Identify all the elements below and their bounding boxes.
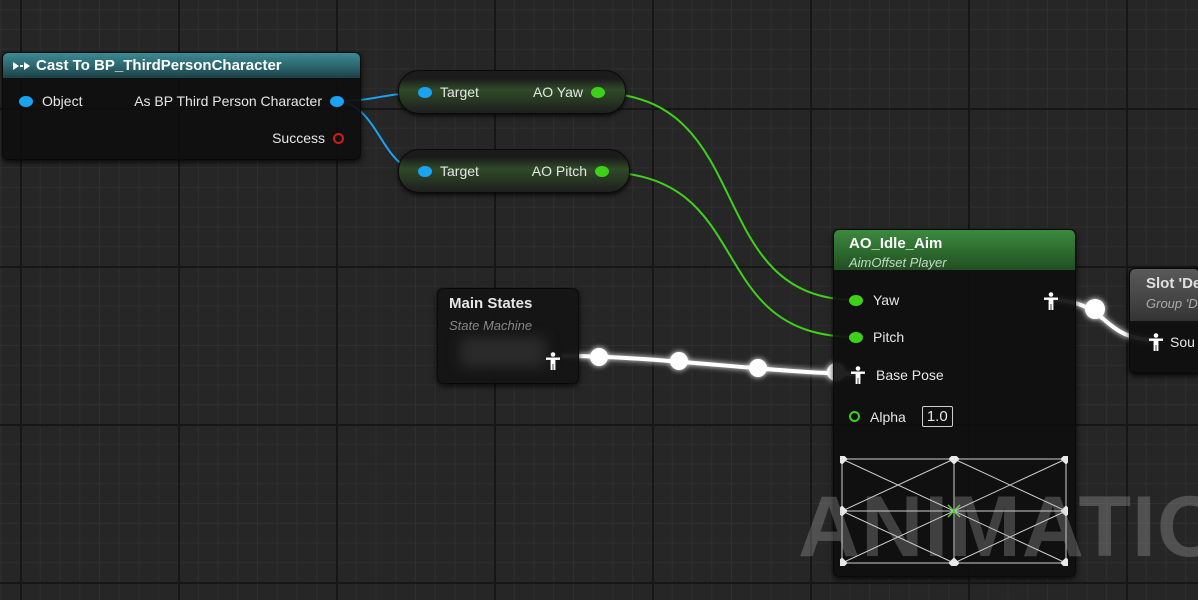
object-pin-dot[interactable] — [418, 165, 432, 177]
object-pin-dot[interactable] — [19, 95, 33, 107]
ao-pin-yaw[interactable]: Yaw — [849, 292, 899, 308]
cast-node-header: Cast To BP_ThirdPersonCharacter — [3, 53, 360, 78]
slot-node-title: Slot 'De — [1146, 275, 1198, 292]
alpha-value-field[interactable]: 1.0 — [921, 406, 953, 427]
slot-node[interactable]: Slot 'De Group 'D Sou — [1129, 268, 1198, 374]
pose-figure-icon[interactable] — [545, 352, 561, 370]
wire-bubble — [749, 359, 767, 377]
wire-bubble — [670, 352, 688, 370]
main-states-subtitle: State Machine — [449, 318, 533, 333]
pose-figure-icon[interactable] — [1148, 333, 1164, 351]
ao-pin-yaw-label: Yaw — [873, 292, 900, 308]
ao-idle-aim-node[interactable]: AO_Idle_Aim AimOffset Player Yaw Pitch B… — [833, 229, 1076, 577]
main-states-node[interactable]: Main States State Machine — [437, 288, 579, 384]
float-pin-dot[interactable] — [849, 331, 863, 343]
ao-pin-alpha-label: Alpha — [870, 408, 906, 425]
ao-node-header: AO_Idle_Aim AimOffset Player — [834, 230, 1075, 270]
ao-pin-alpha[interactable]: Alpha 1.0 — [849, 406, 953, 427]
yaw-target-label: Target — [440, 84, 479, 100]
object-pin-dot[interactable] — [418, 86, 432, 98]
object-pin-dot[interactable] — [330, 95, 344, 107]
pitch-output-label: AO Pitch — [531, 163, 587, 179]
get-ao-pitch-node[interactable]: Target AO Pitch — [398, 149, 630, 193]
slot-node-header: Slot 'De Group 'D — [1130, 269, 1198, 321]
pitch-pin-target[interactable]: Target — [418, 163, 479, 179]
cast-pin-success[interactable]: Success — [272, 130, 344, 146]
slot-pin-source-label: Sou — [1170, 334, 1195, 350]
aim-offset-grid-preview — [840, 456, 1068, 566]
float-pin-ring[interactable] — [849, 411, 860, 422]
cast-pin-object-label: Object — [42, 93, 83, 109]
cast-node[interactable]: Cast To BP_ThirdPersonCharacter Object A… — [2, 52, 361, 160]
pose-figure-icon[interactable] — [1043, 292, 1059, 310]
yaw-output-label: AO Yaw — [532, 84, 583, 100]
ao-pin-pitch[interactable]: Pitch — [849, 329, 904, 345]
cast-node-title: Cast To BP_ThirdPersonCharacter — [36, 57, 282, 74]
float-pin-dot[interactable] — [849, 294, 863, 306]
wire-pitch-to-ao[interactable] — [599, 171, 857, 338]
ao-node-title: AO_Idle_Aim — [849, 235, 943, 252]
pitch-pin-output[interactable]: AO Pitch — [532, 163, 609, 179]
wire-yaw-to-ao[interactable] — [595, 92, 857, 301]
get-ao-yaw-node[interactable]: Target AO Yaw — [398, 70, 626, 114]
ao-pin-output-pose[interactable] — [1043, 292, 1059, 310]
wire-bubble — [590, 348, 608, 366]
pose-figure-icon[interactable] — [850, 366, 866, 384]
cast-pin-object[interactable]: Object — [19, 93, 82, 109]
cast-pin-as-character[interactable]: As BP Third Person Character — [134, 93, 344, 109]
yaw-pin-target[interactable]: Target — [418, 84, 479, 100]
cast-pin-success-label: Success — [272, 130, 325, 146]
ao-pin-base-pose-label: Base Pose — [876, 367, 944, 383]
ao-pin-pitch-label: Pitch — [873, 329, 905, 345]
ao-node-subtitle: AimOffset Player — [849, 255, 947, 270]
yaw-pin-output[interactable]: AO Yaw — [533, 84, 605, 100]
wire-bubble — [1085, 299, 1105, 319]
exec-arrow-icon — [13, 61, 30, 70]
state-machine-preview — [460, 337, 546, 367]
slot-node-subtitle: Group 'D — [1146, 296, 1198, 311]
cast-pin-as-label: As BP Third Person Character — [134, 93, 322, 109]
pitch-target-label: Target — [440, 163, 479, 179]
ao-pin-base-pose[interactable]: Base Pose — [850, 366, 944, 384]
main-states-title: Main States — [449, 295, 533, 312]
bool-pin-ring[interactable] — [333, 132, 344, 144]
slot-pin-source[interactable]: Sou — [1148, 333, 1195, 351]
float-pin-dot[interactable] — [595, 165, 609, 177]
float-pin-dot[interactable] — [591, 86, 605, 98]
